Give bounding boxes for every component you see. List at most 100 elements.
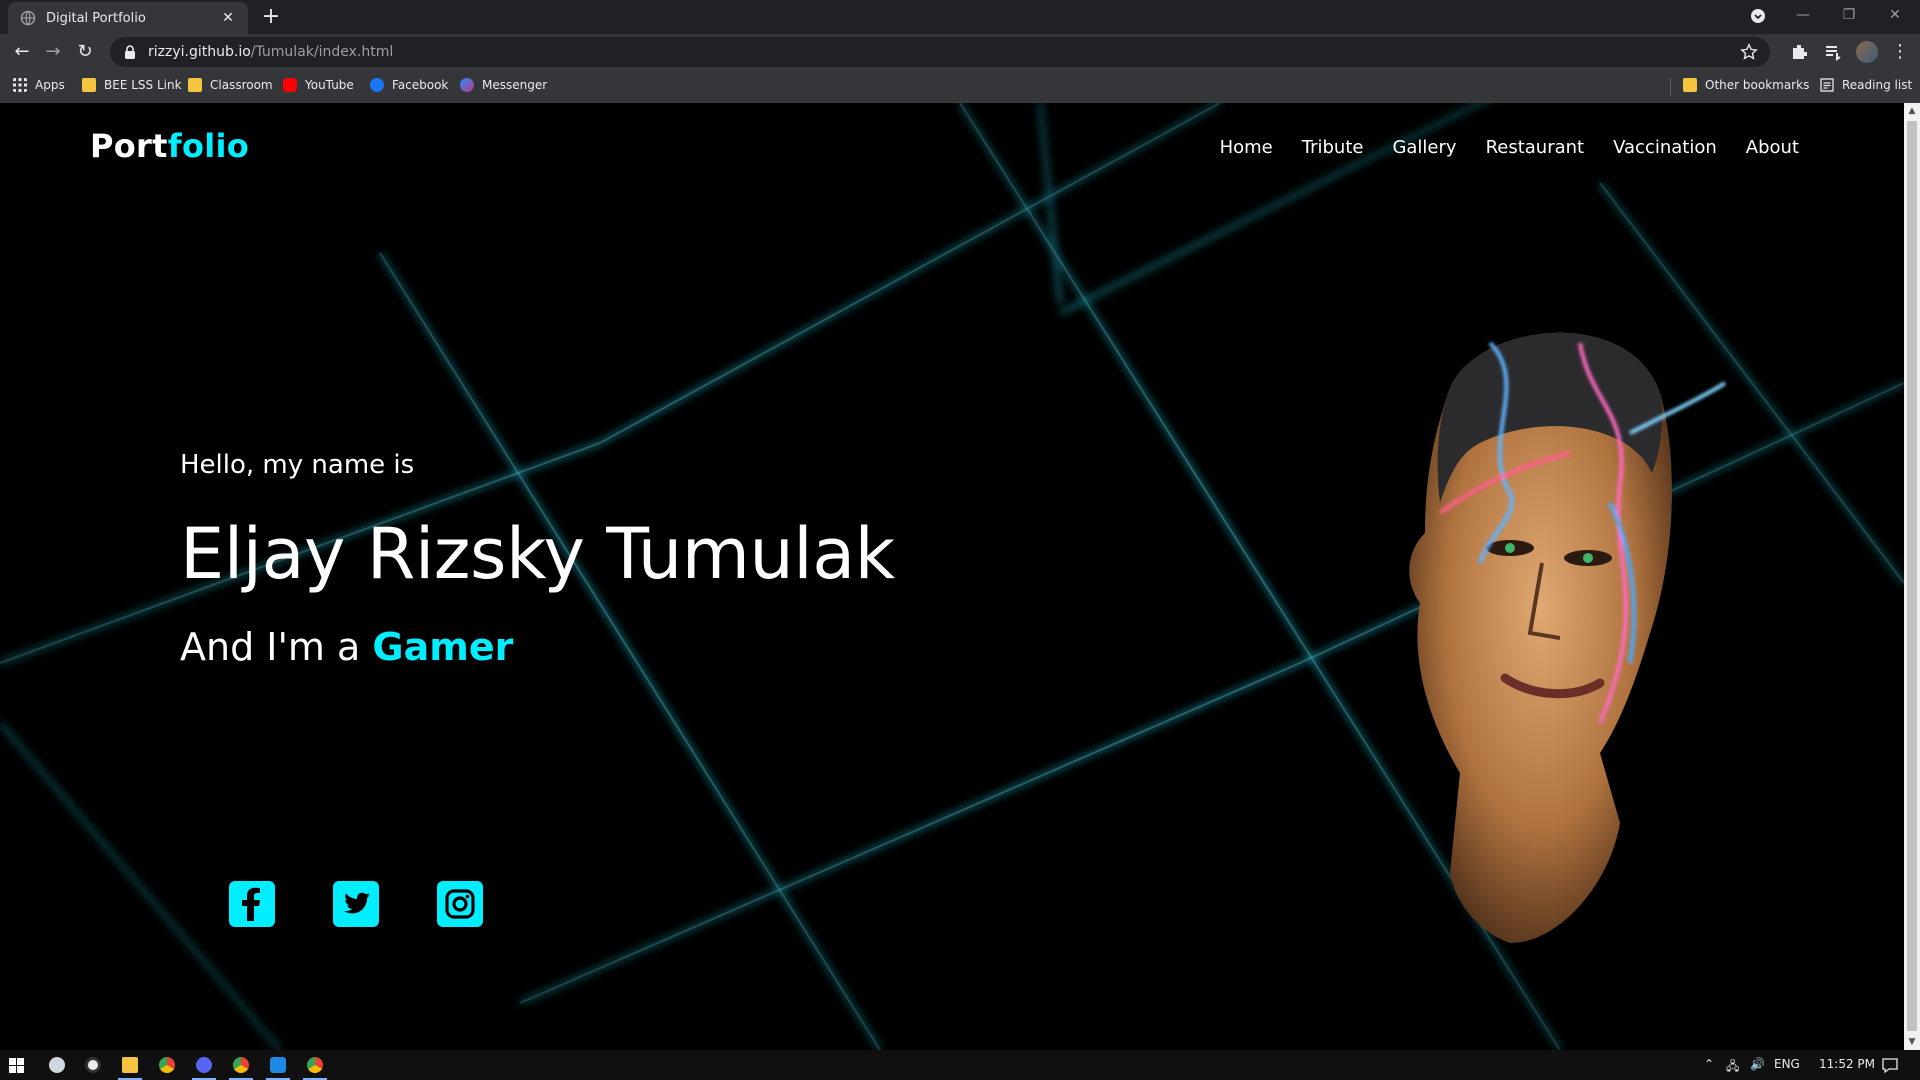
facebook-icon: [242, 887, 260, 921]
nav-restaurant[interactable]: Restaurant: [1486, 137, 1585, 158]
logo-text-main: Port: [90, 127, 168, 165]
browser-tab-active[interactable]: Digital Portfolio ✕: [8, 2, 248, 34]
discord-app-icon: [196, 1057, 212, 1073]
hero-name: Eljay Rizsky Tumulak: [180, 513, 895, 595]
chrome-app-icon: [307, 1057, 323, 1073]
bookmarks-divider: [1670, 78, 1671, 96]
messenger-icon: [460, 78, 474, 92]
tab-search-icon[interactable]: [1750, 8, 1766, 24]
new-tab-button[interactable]: +: [258, 5, 284, 31]
back-button[interactable]: ←: [10, 40, 34, 64]
page-scrollbar[interactable]: ▲ ▼: [1904, 103, 1920, 1050]
taskbar-app-chrome-3[interactable]: [300, 1050, 330, 1080]
language-indicator[interactable]: ENG: [1774, 1057, 1800, 1071]
facebook-icon: [370, 78, 384, 92]
bookmarks-bar: Apps BEE LSS Link Classroom YouTube Face…: [0, 70, 1920, 103]
minimize-button[interactable]: —: [1780, 0, 1826, 30]
hero-greeting: Hello, my name is: [180, 450, 415, 480]
bookmark-label: Apps: [35, 78, 65, 92]
bookmark-facebook[interactable]: Facebook: [370, 78, 448, 92]
windows-start-icon[interactable]: [9, 1058, 24, 1073]
url-host: rizzyi.github.io: [148, 44, 251, 60]
logo-text-accent: folio: [167, 127, 250, 165]
youtube-icon: [283, 78, 297, 92]
nav-tribute[interactable]: Tribute: [1302, 137, 1364, 158]
lock-icon: [125, 45, 135, 59]
restore-button[interactable]: ❐: [1826, 0, 1872, 30]
site-logo[interactable]: Portfolio: [90, 127, 249, 165]
taskbar-app-vscode[interactable]: [263, 1050, 293, 1080]
bookmark-classroom[interactable]: Classroom: [188, 78, 273, 92]
bookmark-star-icon[interactable]: [1740, 43, 1758, 61]
other-bookmarks-label: Other bookmarks: [1705, 78, 1810, 92]
folder-app-icon: [122, 1057, 138, 1073]
browser-toolbar: ← → ↻ rizzyi.github.io/Tumulak/index.htm…: [0, 34, 1920, 70]
taskbar-app-obs[interactable]: [78, 1050, 108, 1080]
windows-taskbar: ⌃ 🖧 🔊 ENG 11:52 PM: [0, 1050, 1920, 1080]
taskbar-app-discord[interactable]: [189, 1050, 219, 1080]
chrome-app-icon: [159, 1057, 175, 1073]
url-path: /Tumulak/index.html: [250, 44, 394, 60]
main-nav: Home Tribute Gallery Restaurant Vaccinat…: [1220, 137, 1799, 158]
notifications-icon[interactable]: [1882, 1058, 1898, 1073]
bookmark-label: Messenger: [482, 78, 548, 92]
folder-icon: [82, 78, 96, 92]
nav-about[interactable]: About: [1746, 137, 1799, 158]
profile-avatar[interactable]: [1856, 41, 1878, 63]
close-tab-icon[interactable]: ✕: [220, 10, 236, 26]
tab-strip: Digital Portfolio ✕ + — ❐ ✕: [0, 0, 1920, 34]
bookmark-label: BEE LSS Link: [104, 78, 182, 92]
twitter-icon: [344, 892, 370, 914]
clock-time[interactable]: 11:52 PM: [1819, 1057, 1875, 1071]
folder-icon: [1683, 78, 1697, 92]
twitter-link[interactable]: [333, 881, 379, 927]
record-app-icon: [85, 1057, 101, 1073]
instagram-link[interactable]: [437, 881, 483, 927]
nav-home[interactable]: Home: [1220, 137, 1273, 158]
reading-list-icon: [1820, 78, 1834, 92]
bookmark-apps[interactable]: Apps: [13, 78, 65, 92]
bookmark-messenger[interactable]: Messenger: [460, 78, 547, 92]
browser-menu-icon[interactable]: ⋮: [1888, 40, 1912, 64]
shield-app-icon: [49, 1057, 65, 1073]
globe-icon: [20, 10, 36, 26]
role-highlight: Gamer: [372, 625, 514, 669]
facebook-link[interactable]: [229, 881, 275, 927]
reading-list[interactable]: Reading list: [1820, 78, 1912, 92]
volume-icon[interactable]: 🔊: [1750, 1057, 1765, 1071]
address-bar[interactable]: rizzyi.github.io/Tumulak/index.html: [110, 37, 1770, 67]
portfolio-page: Portfolio Home Tribute Gallery Restauran…: [0, 103, 1904, 1050]
other-bookmarks[interactable]: Other bookmarks: [1683, 78, 1809, 92]
scroll-up-arrow-icon[interactable]: ▲: [1904, 103, 1920, 119]
instagram-icon: [445, 889, 475, 919]
nav-gallery[interactable]: Gallery: [1392, 137, 1456, 158]
taskbar-app-security[interactable]: [42, 1050, 72, 1080]
folder-icon: [188, 78, 202, 92]
scroll-down-arrow-icon[interactable]: ▼: [1904, 1034, 1920, 1050]
hero-role: And I'm a Gamer: [180, 625, 513, 669]
taskbar-app-chrome-2[interactable]: [226, 1050, 256, 1080]
chrome-app-icon: [233, 1057, 249, 1073]
network-icon[interactable]: 🖧: [1726, 1057, 1739, 1078]
bookmark-youtube[interactable]: YouTube: [283, 78, 354, 92]
window-close-button[interactable]: ✕: [1872, 0, 1918, 30]
taskbar-app-chrome[interactable]: [152, 1050, 182, 1080]
profile-portrait-image: [1409, 332, 1727, 943]
reload-button[interactable]: ↻: [73, 40, 97, 64]
vscode-app-icon: [270, 1057, 286, 1073]
tray-chevron-icon[interactable]: ⌃: [1704, 1057, 1714, 1071]
bookmark-bee-lss-link[interactable]: BEE LSS Link: [82, 78, 182, 92]
taskbar-app-explorer[interactable]: [115, 1050, 145, 1080]
bookmark-label: YouTube: [305, 78, 354, 92]
bookmark-label: Facebook: [392, 78, 449, 92]
scrollbar-thumb[interactable]: [1907, 121, 1917, 1031]
role-prefix: And I'm a: [180, 625, 361, 669]
media-controls-icon[interactable]: [1823, 42, 1843, 62]
extensions-icon[interactable]: [1790, 42, 1810, 62]
reading-list-label: Reading list: [1842, 78, 1913, 92]
apps-grid-icon: [13, 78, 27, 92]
forward-button[interactable]: →: [41, 40, 65, 64]
tab-title: Digital Portfolio: [46, 10, 146, 26]
bookmark-label: Classroom: [210, 78, 273, 92]
nav-vaccination[interactable]: Vaccination: [1613, 137, 1717, 158]
